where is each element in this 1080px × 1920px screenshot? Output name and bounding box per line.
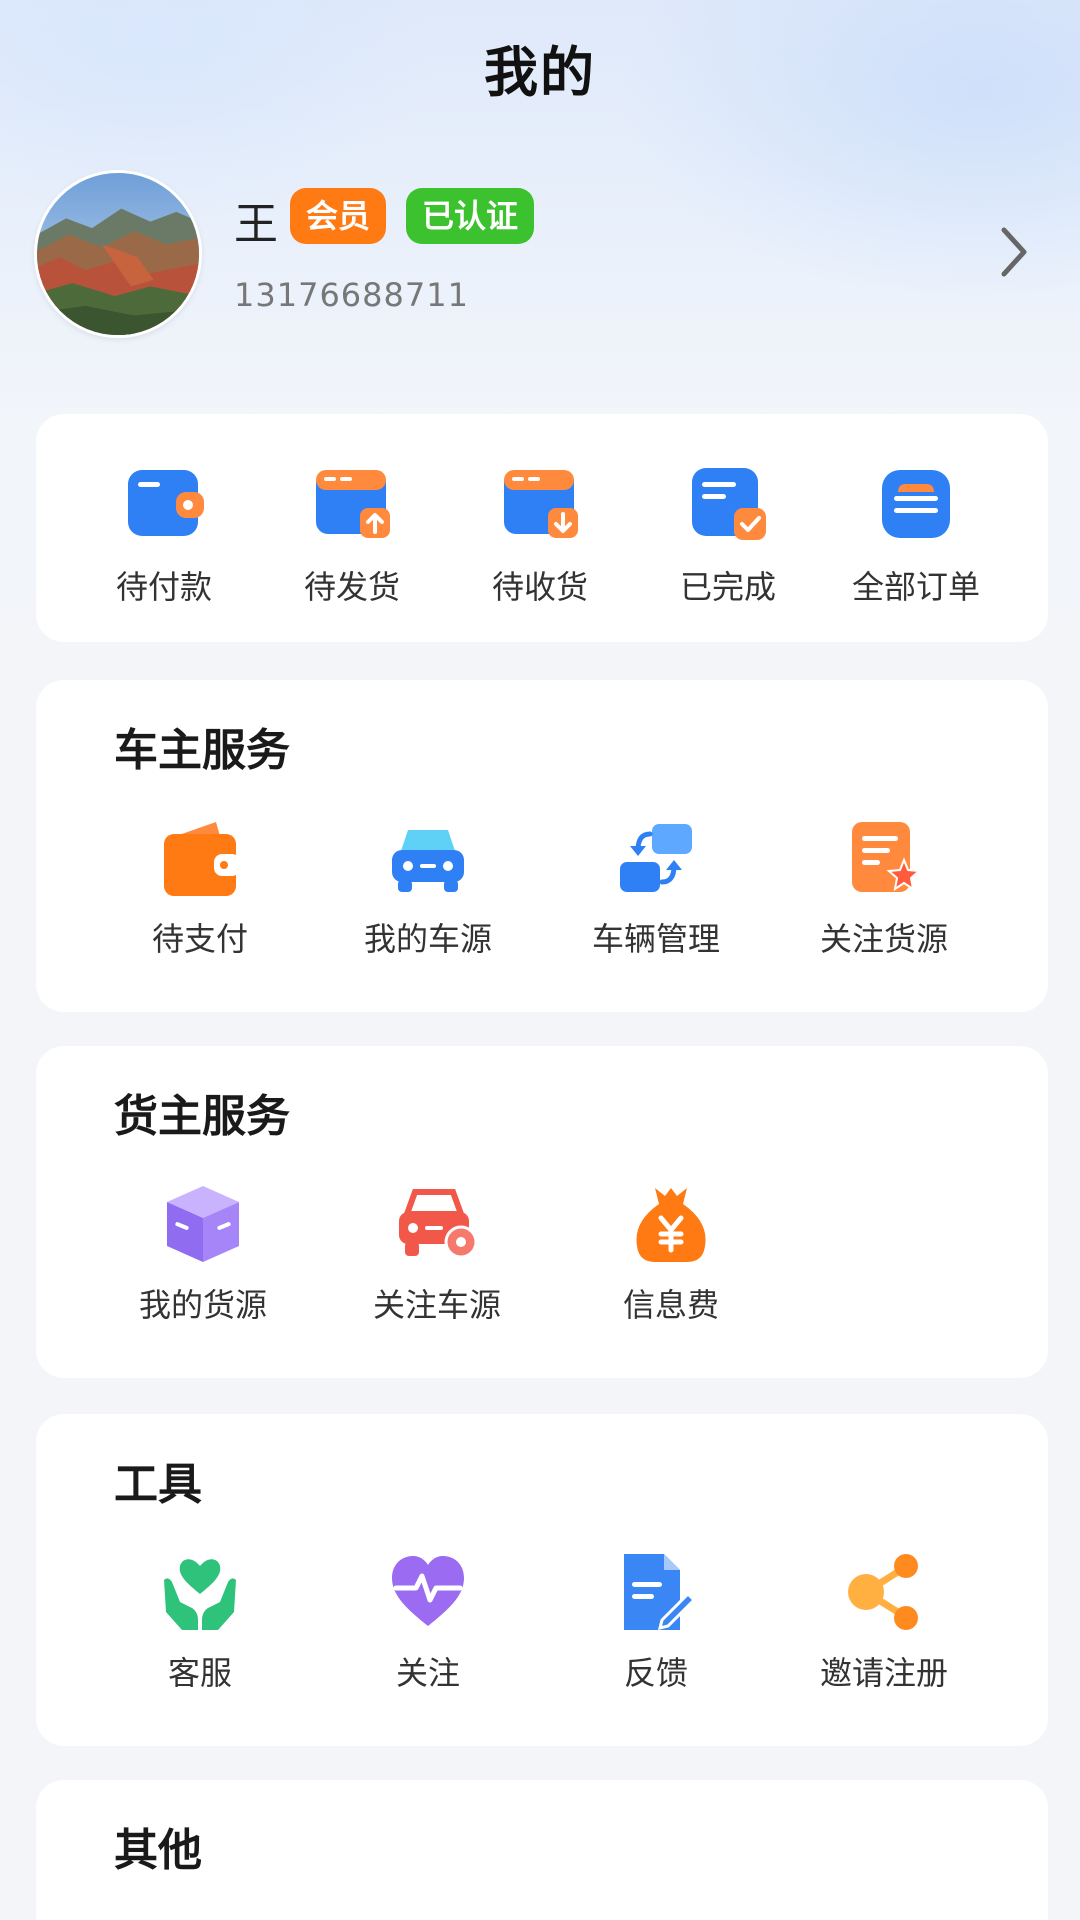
service-follow-vehicles[interactable]: 关注车源 xyxy=(320,1182,554,1326)
tool-label: 反馈 xyxy=(623,1654,688,1692)
share-icon xyxy=(848,1554,918,1630)
orders-card: 待付款 待发货 待收货 已完成 全部订单 xyxy=(36,414,1048,642)
avatar[interactable] xyxy=(34,170,202,338)
tool-customer-service[interactable]: 客服 xyxy=(86,1550,314,1694)
order-pending-receipt[interactable]: 待收货 xyxy=(446,462,634,608)
owner-services-card: 车主服务 待支付 我的车源 车辆管理 关注货源 xyxy=(36,680,1048,1012)
heart-pulse-icon xyxy=(392,1556,464,1626)
service-vehicle-management[interactable]: 车辆管理 xyxy=(542,816,770,960)
profile-header[interactable]: 王 会员 已认证 13176688711 xyxy=(34,170,1046,340)
service-label: 待支付 xyxy=(151,920,248,958)
service-label: 关注货源 xyxy=(819,920,948,958)
money-bag-icon xyxy=(636,1188,706,1262)
car-gear-icon xyxy=(399,1189,478,1259)
service-label: 我的车源 xyxy=(363,920,492,958)
order-label: 全部订单 xyxy=(851,568,980,606)
care-icon xyxy=(164,1559,236,1630)
tool-feedback[interactable]: 反馈 xyxy=(542,1550,770,1694)
service-info-fee[interactable]: 信息费 xyxy=(554,1182,788,1326)
owner-services-grid: 待支付 我的车源 车辆管理 关注货源 xyxy=(36,816,1048,960)
receive-icon xyxy=(504,470,578,538)
section-title: 货主服务 xyxy=(114,1091,290,1142)
section-title: 其他 xyxy=(114,1825,202,1876)
all-orders-icon xyxy=(882,470,950,538)
shipper-services-grid: 我的货源 关注车源 信息费 xyxy=(36,1182,1048,1326)
verified-badge: 已认证 xyxy=(406,188,535,244)
shipper-services-card: 货主服务 我的货源 关注车源 信息费 xyxy=(36,1046,1048,1378)
service-pending-pay[interactable]: 待支付 xyxy=(86,816,314,960)
service-my-vehicles[interactable]: 我的车源 xyxy=(314,816,542,960)
order-label: 待发货 xyxy=(303,568,400,606)
feedback-icon xyxy=(624,1554,697,1631)
tool-label: 关注 xyxy=(395,1654,460,1692)
car-icon xyxy=(392,830,464,892)
section-title: 工具 xyxy=(114,1459,202,1510)
tools-grid: 客服 关注 反馈 邀请注册 xyxy=(36,1550,1048,1694)
box-icon xyxy=(167,1186,239,1262)
order-completed[interactable]: 已完成 xyxy=(634,462,822,608)
service-label: 关注车源 xyxy=(372,1286,501,1324)
service-label: 信息费 xyxy=(622,1286,719,1324)
service-my-cargo[interactable]: 我的货源 xyxy=(86,1182,320,1326)
tool-label: 客服 xyxy=(167,1654,232,1692)
tool-follow[interactable]: 关注 xyxy=(314,1550,542,1694)
tool-invite-register[interactable]: 邀请注册 xyxy=(770,1550,998,1694)
purse-icon xyxy=(164,822,240,896)
order-pending-shipment[interactable]: 待发货 xyxy=(258,462,446,608)
orders-grid: 待付款 待发货 待收货 已完成 全部订单 xyxy=(36,462,1048,608)
completed-icon xyxy=(692,468,766,540)
user-name: 王 xyxy=(234,199,278,250)
order-label: 待收货 xyxy=(491,568,588,606)
wallet-icon xyxy=(128,470,204,536)
other-card: 其他 xyxy=(36,1780,1048,1920)
tool-label: 邀请注册 xyxy=(819,1654,948,1692)
tools-card: 工具 客服 关注 反馈 邀请注册 xyxy=(36,1414,1048,1746)
swap-icon xyxy=(620,824,692,892)
order-pending-payment[interactable]: 待付款 xyxy=(70,462,258,608)
ship-out-icon xyxy=(316,470,390,538)
chevron-right-icon[interactable] xyxy=(994,222,1034,282)
service-follow-cargo[interactable]: 关注货源 xyxy=(770,816,998,960)
member-badge: 会员 xyxy=(290,188,387,244)
doc-star-icon xyxy=(852,822,922,892)
section-title: 车主服务 xyxy=(114,725,290,776)
order-all[interactable]: 全部订单 xyxy=(822,462,1010,608)
service-label: 我的货源 xyxy=(138,1286,267,1324)
service-label: 车辆管理 xyxy=(591,920,720,958)
page-title: 我的 xyxy=(484,41,596,104)
phone-number: 13176688711 xyxy=(234,276,469,314)
my-page: 我的 王 会员 已认证 13176688711 待付款 待发货 待收货 已完成 … xyxy=(0,0,1080,1920)
order-label: 待付款 xyxy=(115,568,212,606)
order-label: 已完成 xyxy=(679,568,776,606)
